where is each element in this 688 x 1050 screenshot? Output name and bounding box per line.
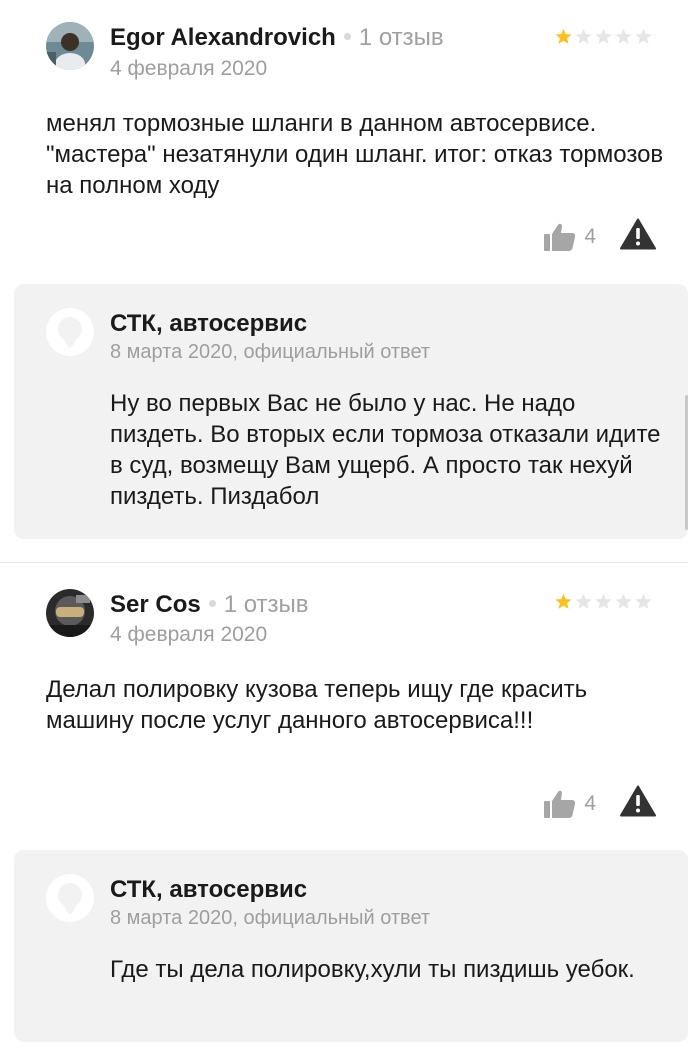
- warning-triangle-icon: [620, 218, 656, 250]
- avatar[interactable]: [46, 589, 94, 637]
- report-button[interactable]: [620, 218, 656, 255]
- official-reply: СТК, автосервис 8 марта 2020, официальны…: [14, 284, 688, 539]
- org-logo-icon[interactable]: [46, 308, 94, 356]
- rating-stars: [555, 593, 652, 610]
- review-text: Делал полировку кузова теперь ищу где кр…: [46, 676, 588, 734]
- report-button[interactable]: [620, 785, 656, 822]
- star-empty-icon: [575, 28, 592, 44]
- star-empty-icon: [595, 593, 612, 609]
- star-filled-icon: [555, 28, 572, 44]
- review-actions: 4: [544, 785, 656, 822]
- like-count: 4: [584, 791, 596, 815]
- like-button[interactable]: 4: [544, 789, 596, 819]
- star-empty-icon: [575, 593, 592, 609]
- reply-text: Где ты дела полировку,хули ты пиздишь уе…: [110, 956, 635, 983]
- author-name[interactable]: Ser Cos: [110, 591, 201, 619]
- separator-dot: [208, 600, 216, 607]
- review-count[interactable]: 1 отзыв: [359, 24, 444, 52]
- star-empty-icon: [615, 28, 632, 44]
- star-empty-icon: [595, 28, 612, 44]
- org-name[interactable]: СТК, автосервис: [110, 876, 307, 904]
- like-count: 4: [584, 224, 596, 248]
- review-actions: 4: [544, 218, 656, 255]
- star-empty-icon: [615, 593, 632, 609]
- org-name[interactable]: СТК, автосервис: [110, 310, 307, 338]
- rating-stars: [555, 28, 652, 45]
- star-empty-icon: [635, 28, 652, 44]
- avatar[interactable]: [46, 22, 94, 70]
- official-reply: СТК, автосервис 8 марта 2020, официальны…: [14, 850, 688, 1042]
- reply-text: Ну во первых Вас не было у нас. Не надо …: [110, 390, 661, 510]
- author-name[interactable]: Egor Alexandrovich: [110, 24, 336, 52]
- org-logo-icon[interactable]: [46, 874, 94, 922]
- review-card: Ser Cos 1 отзыв 4 февраля 2020 Делал пол…: [0, 563, 688, 833]
- thumbs-up-icon: [544, 790, 576, 818]
- reply-meta: 8 марта 2020, официальный ответ: [110, 341, 431, 363]
- separator-dot: [343, 33, 351, 40]
- reply-meta: 8 марта 2020, официальный ответ: [110, 907, 431, 929]
- warning-triangle-icon: [620, 785, 656, 817]
- thumbs-up-icon: [544, 223, 576, 251]
- like-button[interactable]: 4: [544, 222, 596, 252]
- review-card: Egor Alexandrovich 1 отзыв 4 февраля 202…: [0, 0, 688, 270]
- review-text: менял тормозные шланги в данном автосерв…: [46, 110, 664, 199]
- review-date: 4 февраля 2020: [110, 57, 268, 80]
- star-empty-icon: [635, 593, 652, 609]
- review-count[interactable]: 1 отзыв: [224, 591, 309, 619]
- review-date: 4 февраля 2020: [110, 623, 268, 646]
- star-filled-icon: [555, 593, 572, 609]
